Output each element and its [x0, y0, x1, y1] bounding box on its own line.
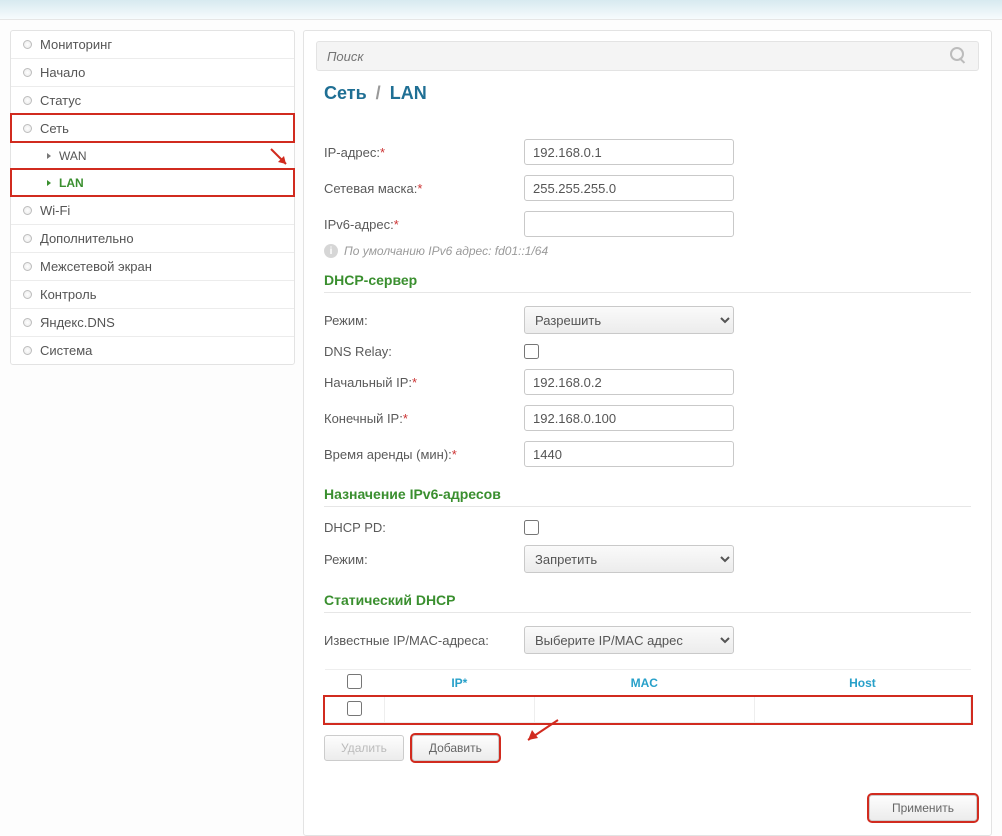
delete-button[interactable]: Удалить — [324, 735, 404, 761]
label-mask: Сетевая маска:* — [324, 181, 524, 196]
sidebar-item-label: WAN — [59, 149, 87, 163]
sidebar-item-advanced[interactable]: Дополнительно — [11, 224, 294, 252]
known-mac-select[interactable]: Выберите IP/MAC адрес — [524, 626, 734, 654]
apply-button[interactable]: Применить — [869, 795, 977, 821]
sidebar-item-system[interactable]: Система — [11, 336, 294, 364]
ipv6-input[interactable] — [524, 211, 734, 237]
start-ip-input[interactable] — [524, 369, 734, 395]
label-dhcp-pd: DHCP PD: — [324, 520, 524, 535]
section-title-static: Статический DHCP — [324, 592, 971, 613]
ipv6-hint: i По умолчанию IPv6 адрес: fd01::1/64 — [324, 244, 971, 258]
dns-relay-checkbox[interactable] — [524, 344, 539, 359]
bullet-icon — [23, 68, 32, 77]
label-ipv6: IPv6-адрес:* — [324, 217, 524, 232]
bullet-icon — [23, 318, 32, 327]
section-title-ipv6: Назначение IPv6-адресов — [324, 486, 971, 507]
info-icon: i — [324, 244, 338, 258]
sidebar-list: Мониторинг Начало Статус Сеть WAN LAN — [10, 30, 295, 365]
cell-ip[interactable] — [385, 697, 535, 723]
col-mac: MAC — [534, 670, 754, 697]
section-ipv6-assign: Назначение IPv6-адресов DHCP PD: Режим: … — [324, 486, 971, 578]
sidebar-item-label: Начало — [40, 65, 85, 80]
sidebar-item-start[interactable]: Начало — [11, 58, 294, 86]
sidebar-item-label: Дополнительно — [40, 231, 134, 246]
static-dhcp-table: IP* MAC Host — [324, 669, 971, 723]
cell-host[interactable] — [754, 697, 970, 723]
label-ipv6-mode: Режим: — [324, 552, 524, 567]
sidebar-item-label: Контроль — [40, 287, 96, 302]
bullet-icon — [23, 124, 32, 133]
col-host: Host — [754, 670, 970, 697]
bullet-icon — [23, 96, 32, 105]
end-ip-input[interactable] — [524, 405, 734, 431]
section-static-dhcp: Статический DHCP Известные IP/MAC-адреса… — [324, 592, 971, 761]
main-panel: Сеть / LAN IP-адрес:* Сетевая маска:* IP… — [303, 30, 992, 836]
breadcrumb-a: Сеть — [324, 83, 367, 103]
sidebar-item-label: Мониторинг — [40, 37, 112, 52]
lease-input[interactable] — [524, 441, 734, 467]
label-dhcp-mode: Режим: — [324, 313, 524, 328]
dhcp-mode-select[interactable]: Разрешить — [524, 306, 734, 334]
bullet-icon — [23, 262, 32, 271]
sidebar-item-firewall[interactable]: Межсетевой экран — [11, 252, 294, 280]
sidebar-item-label: Wi-Fi — [40, 203, 70, 218]
static-dhcp-buttons: Удалить Добавить — [324, 735, 971, 761]
sidebar-item-wifi[interactable]: Wi-Fi — [11, 196, 294, 224]
sidebar: Мониторинг Начало Статус Сеть WAN LAN — [10, 30, 295, 836]
sidebar-item-lan[interactable]: LAN — [11, 169, 294, 196]
search-icon — [950, 47, 968, 65]
sidebar-item-label: Яндекс.DNS — [40, 315, 115, 330]
sidebar-item-status[interactable]: Статус — [11, 86, 294, 114]
label-start-ip: Начальный IP:* — [324, 375, 524, 390]
caret-right-icon — [47, 180, 51, 186]
sidebar-item-label: LAN — [59, 176, 84, 190]
top-gradient-bar — [0, 0, 1002, 20]
bullet-icon — [23, 206, 32, 215]
bullet-icon — [23, 290, 32, 299]
caret-right-icon — [47, 153, 51, 159]
label-end-ip: Конечный IP:* — [324, 411, 524, 426]
search-input[interactable] — [327, 49, 950, 64]
sidebar-item-label: Система — [40, 343, 92, 358]
label-lease: Время аренды (мин):* — [324, 447, 524, 462]
table-row[interactable] — [325, 697, 971, 723]
section-dhcp: DHCP-сервер Режим: Разрешить DNS Relay: … — [324, 272, 971, 472]
section-lan: IP-адрес:* Сетевая маска:* IPv6-адрес:* … — [324, 134, 971, 258]
sidebar-item-label: Межсетевой экран — [40, 259, 152, 274]
label-known-mac: Известные IP/MAC-адреса: — [324, 633, 524, 648]
sidebar-item-yandex-dns[interactable]: Яндекс.DNS — [11, 308, 294, 336]
col-ip: IP* — [385, 670, 535, 697]
breadcrumb-sep: / — [372, 83, 385, 103]
bullet-icon — [23, 234, 32, 243]
ipv6-mode-select[interactable]: Запретить — [524, 545, 734, 573]
dhcp-pd-checkbox[interactable] — [524, 520, 539, 535]
add-button[interactable]: Добавить — [412, 735, 499, 761]
sidebar-item-monitoring[interactable]: Мониторинг — [11, 31, 294, 58]
label-ip: IP-адрес:* — [324, 145, 524, 160]
search-bar[interactable] — [316, 41, 979, 71]
bullet-icon — [23, 40, 32, 49]
section-title-dhcp: DHCP-сервер — [324, 272, 971, 293]
sidebar-item-label: Статус — [40, 93, 81, 108]
sidebar-item-control[interactable]: Контроль — [11, 280, 294, 308]
apply-row: Применить — [869, 795, 977, 821]
mask-input[interactable] — [524, 175, 734, 201]
table-select-all-checkbox[interactable] — [347, 674, 362, 689]
sidebar-item-network[interactable]: Сеть — [11, 114, 294, 142]
label-dns-relay: DNS Relay: — [324, 344, 524, 359]
bullet-icon — [23, 346, 32, 355]
row-checkbox[interactable] — [347, 701, 362, 716]
breadcrumb: Сеть / LAN — [324, 83, 971, 104]
breadcrumb-b: LAN — [390, 83, 427, 103]
sidebar-item-label: Сеть — [40, 121, 69, 136]
sidebar-item-wan[interactable]: WAN — [11, 142, 294, 169]
cell-mac[interactable] — [534, 697, 754, 723]
ip-input[interactable] — [524, 139, 734, 165]
